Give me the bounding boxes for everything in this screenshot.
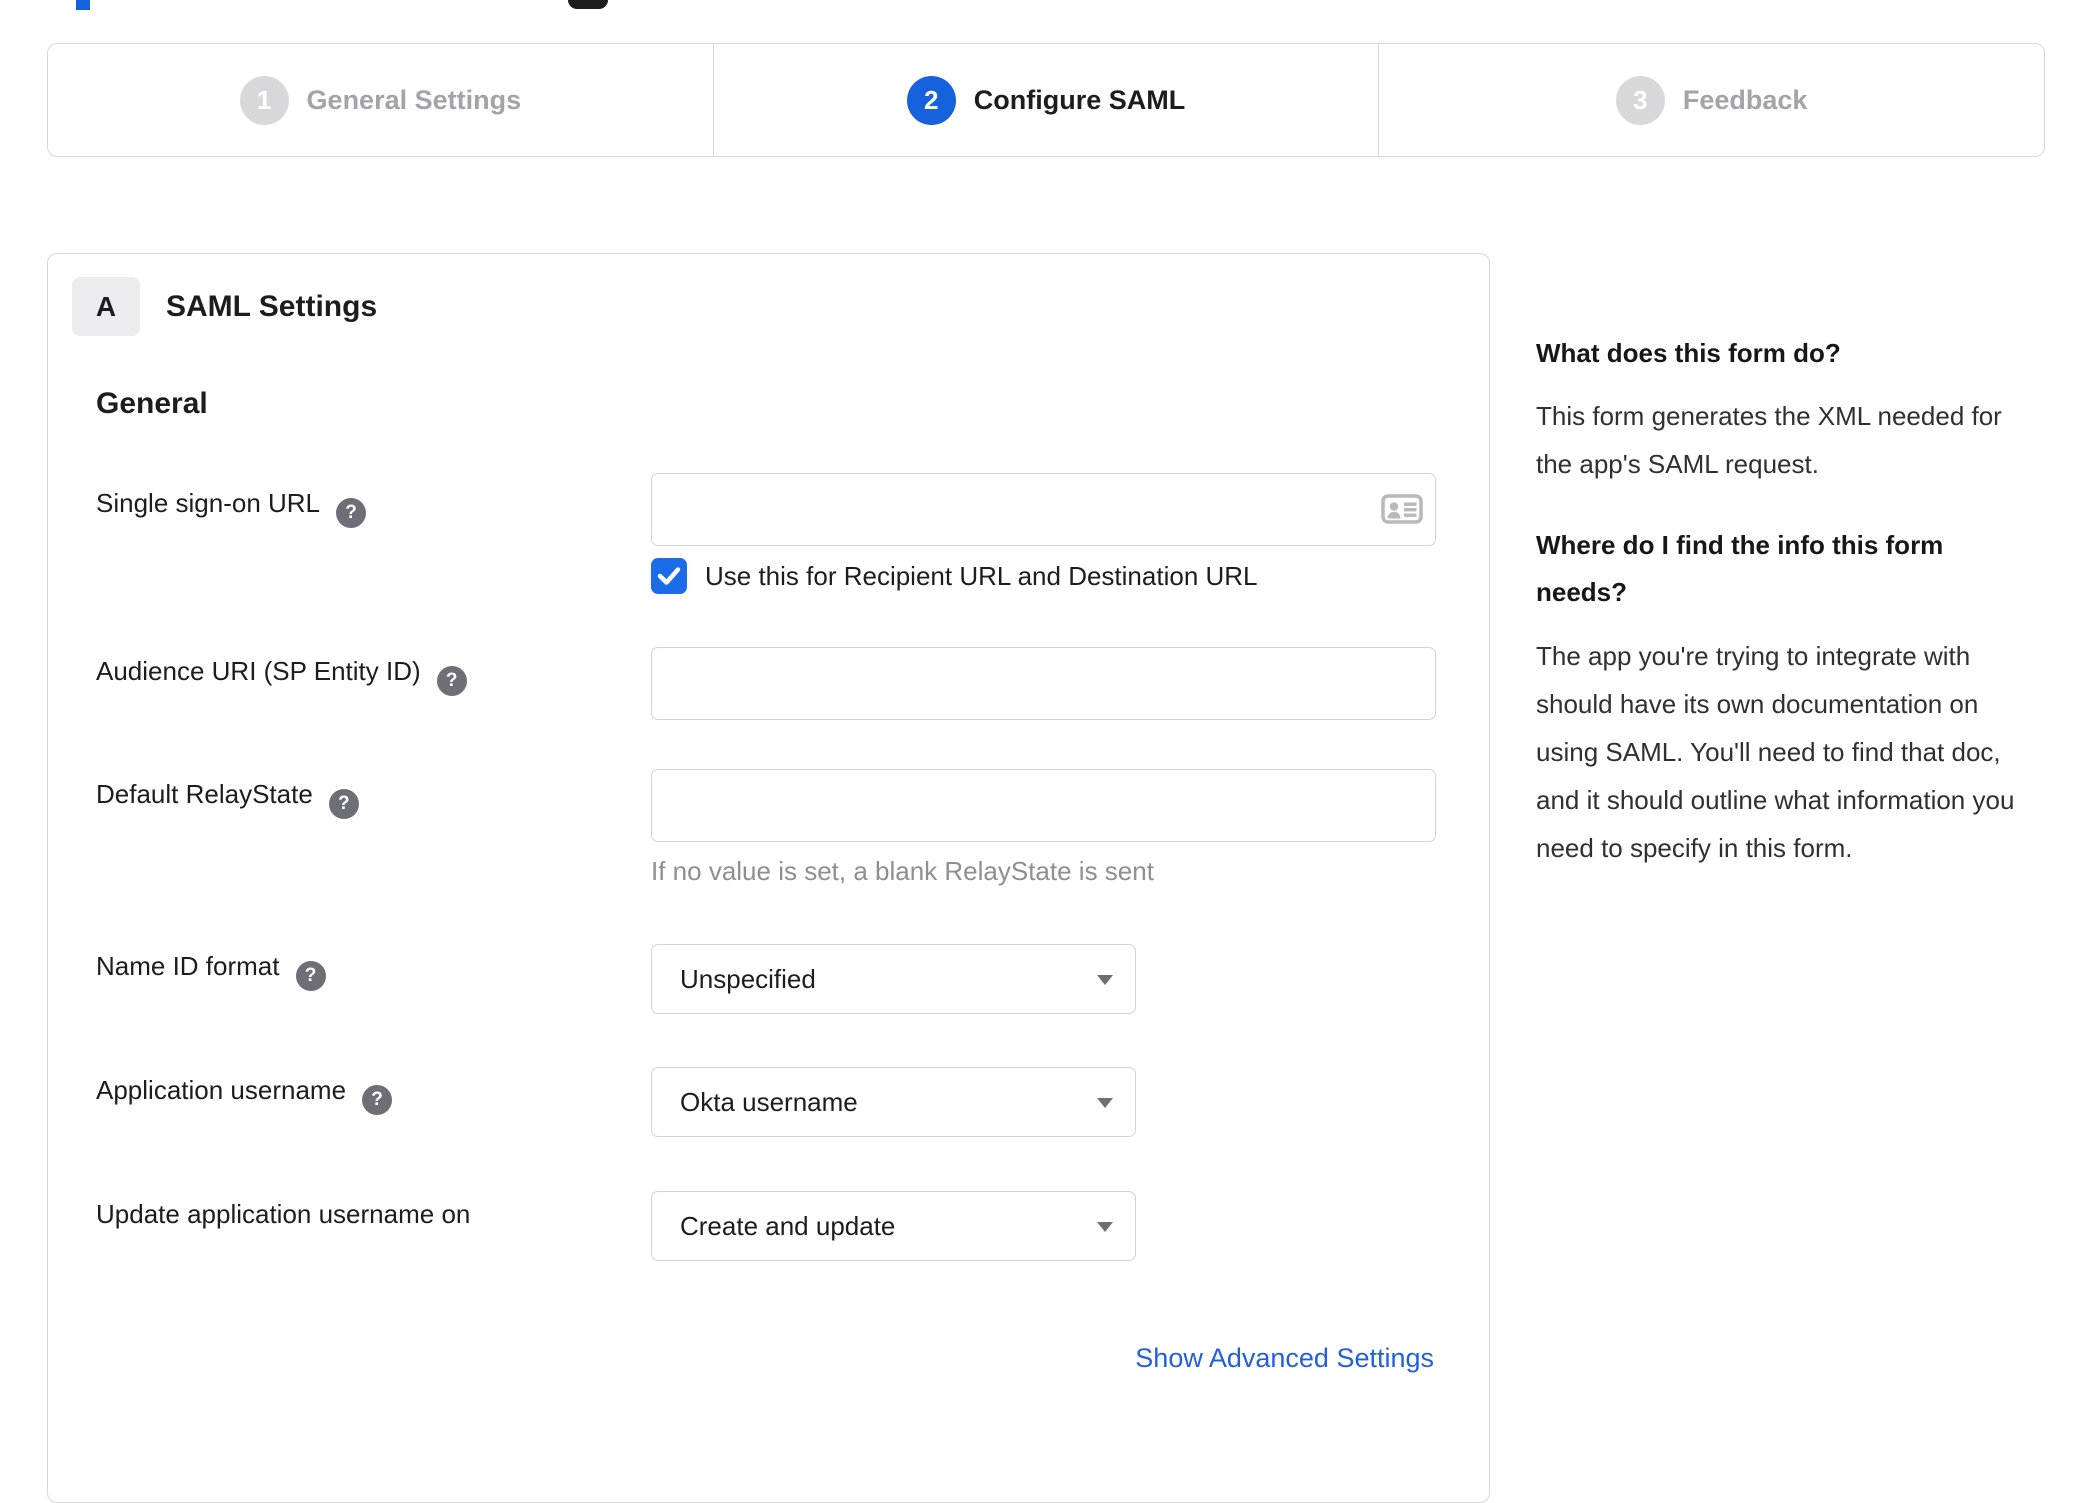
step-general-settings[interactable]: 1 General Settings [48, 44, 713, 156]
step-2-label: Configure SAML [973, 84, 1186, 115]
step-1-circle: 1 [239, 75, 289, 125]
step-3-number: 3 [1633, 84, 1648, 115]
chevron-down-icon [1097, 975, 1113, 985]
cropped-button-fragment [568, 0, 608, 9]
general-heading: General [96, 387, 208, 420]
sso-url-input-wrap [651, 473, 1436, 546]
show-advanced-settings-link[interactable]: Show Advanced Settings [1135, 1343, 1434, 1374]
sso-url-label: Single sign-on URL? [96, 486, 367, 528]
name-id-format-value: Unspecified [680, 963, 816, 994]
update-username-select[interactable]: Create and update [651, 1191, 1136, 1261]
step-configure-saml[interactable]: 2 Configure SAML [712, 44, 1379, 156]
chevron-down-icon [1097, 1222, 1113, 1232]
wizard-stepper: 1 General Settings 2 Configure SAML 3 Fe… [47, 43, 2045, 157]
step-3-circle: 3 [1615, 75, 1665, 125]
relaystate-input[interactable] [651, 769, 1436, 842]
panel-title: SAML Settings [166, 290, 378, 323]
step-3-label: Feedback [1682, 84, 1808, 115]
application-username-value: Okta username [680, 1086, 858, 1117]
application-username-label: Application username? [96, 1073, 393, 1115]
step-1-number: 1 [256, 84, 272, 115]
audience-uri-help-icon[interactable]: ? [436, 666, 467, 696]
application-username-select[interactable]: Okta username [651, 1067, 1136, 1137]
name-id-format-select[interactable]: Unspecified [651, 944, 1136, 1014]
application-username-help-icon[interactable]: ? [362, 1085, 393, 1115]
checkmark-icon [657, 567, 681, 585]
sidebar-heading-what: What does this form do? [1536, 338, 1841, 368]
name-id-format-label: Name ID format? [96, 949, 326, 991]
sso-url-input[interactable] [651, 473, 1436, 546]
saml-settings-panel: A SAML Settings General Single sign-on U… [47, 253, 1490, 1503]
contact-card-icon [1381, 494, 1423, 524]
audience-uri-label: Audience URI (SP Entity ID)? [96, 654, 467, 696]
name-id-format-help-icon[interactable]: ? [295, 961, 326, 991]
step-feedback[interactable]: 3 Feedback [1378, 44, 2044, 156]
relaystate-label: Default RelayState? [96, 777, 359, 819]
recipient-url-checkbox-row: Use this for Recipient URL and Destinati… [651, 558, 1258, 594]
update-username-label: Update application username on [96, 1199, 471, 1229]
sso-url-help-icon[interactable]: ? [336, 498, 367, 528]
sidebar-body-what: This form generates the XML needed for t… [1536, 401, 2002, 479]
recipient-url-checkbox-label: Use this for Recipient URL and Destinati… [705, 560, 1258, 591]
step-2-circle: 2 [906, 75, 956, 125]
chevron-down-icon [1097, 1098, 1113, 1108]
sidebar-body-where: The app you're trying to integrate with … [1536, 641, 2015, 863]
cropped-logo-fragment [76, 0, 90, 10]
sidebar-heading-where: Where do I find the info this form needs… [1536, 530, 1944, 607]
recipient-url-checkbox[interactable] [651, 558, 687, 594]
relaystate-help-icon[interactable]: ? [328, 789, 359, 819]
step-2-number: 2 [924, 84, 939, 115]
relaystate-hint: If no value is set, a blank RelayState i… [651, 856, 1154, 886]
update-username-value: Create and update [680, 1210, 896, 1241]
step-1-label: General Settings [306, 84, 522, 115]
audience-uri-input[interactable] [651, 647, 1436, 720]
section-a-badge: A [72, 277, 140, 336]
